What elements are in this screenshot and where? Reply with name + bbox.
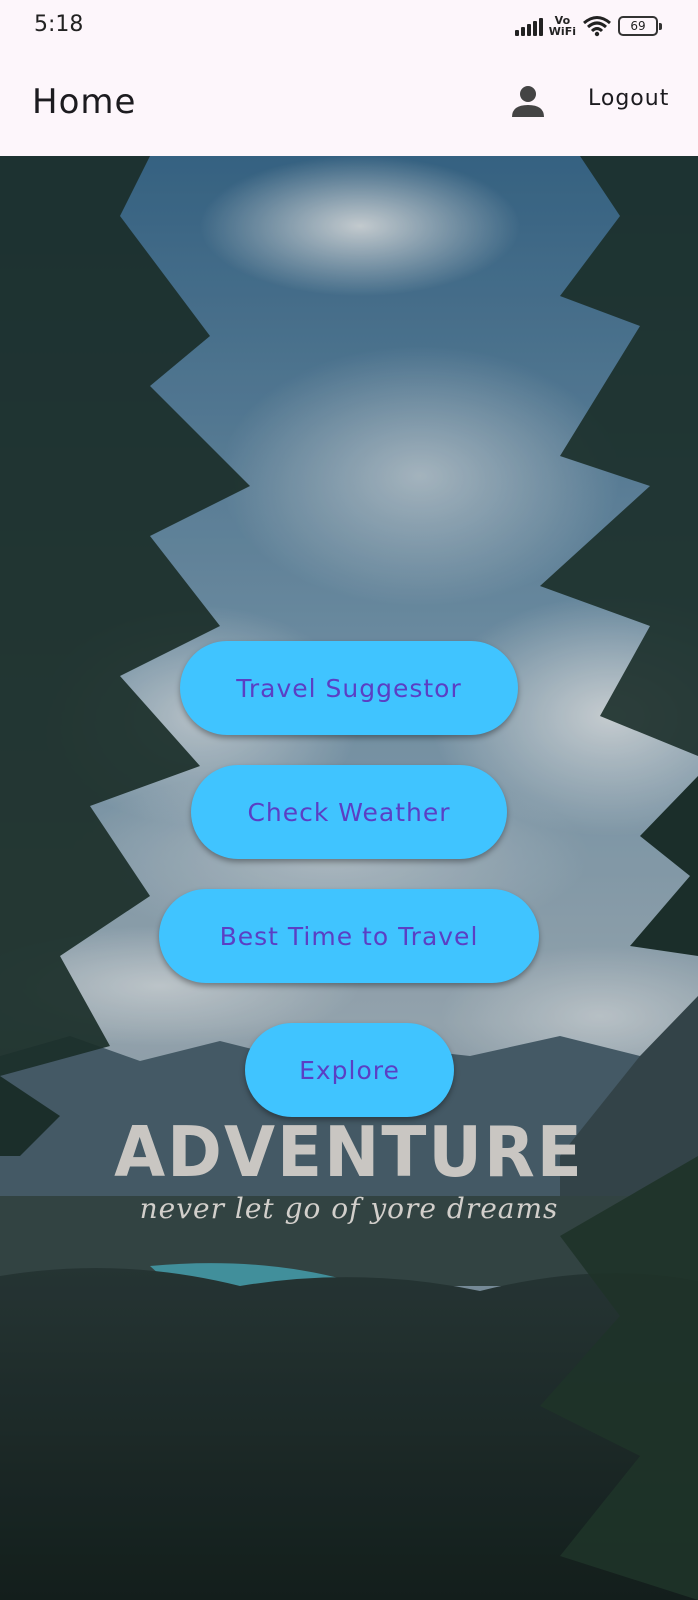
app-bar: Home Logout	[0, 56, 698, 156]
explore-button[interactable]: Explore	[245, 1023, 454, 1117]
page-title: Home	[32, 82, 137, 122]
status-icons: Vo WiFi 69	[514, 10, 662, 42]
battery-level: 69	[630, 19, 646, 33]
landscape-illustration	[0, 156, 698, 1600]
best-time-to-travel-button[interactable]: Best Time to Travel	[159, 889, 539, 983]
status-time: 5:18	[34, 12, 84, 37]
wifi-icon	[583, 16, 611, 37]
poster-title: ADVENTURE	[114, 1112, 584, 1193]
background-image: ADVENTURE never let go of yore dreams	[0, 156, 698, 1600]
logout-button[interactable]: Logout	[588, 86, 669, 111]
travel-suggestor-button[interactable]: Travel Suggestor	[180, 641, 518, 735]
vowifi-icon: Vo WiFi	[549, 15, 576, 37]
check-weather-button[interactable]: Check Weather	[191, 765, 507, 859]
signal-bars-icon	[514, 16, 543, 36]
person-icon[interactable]	[510, 84, 546, 120]
status-bar: 5:18 Vo WiFi 69	[0, 0, 698, 56]
vowifi-bottom-label: WiFi	[548, 25, 576, 38]
poster-subtitle: never let go of yore dreams	[139, 1192, 559, 1225]
battery-icon: 69	[618, 16, 662, 36]
